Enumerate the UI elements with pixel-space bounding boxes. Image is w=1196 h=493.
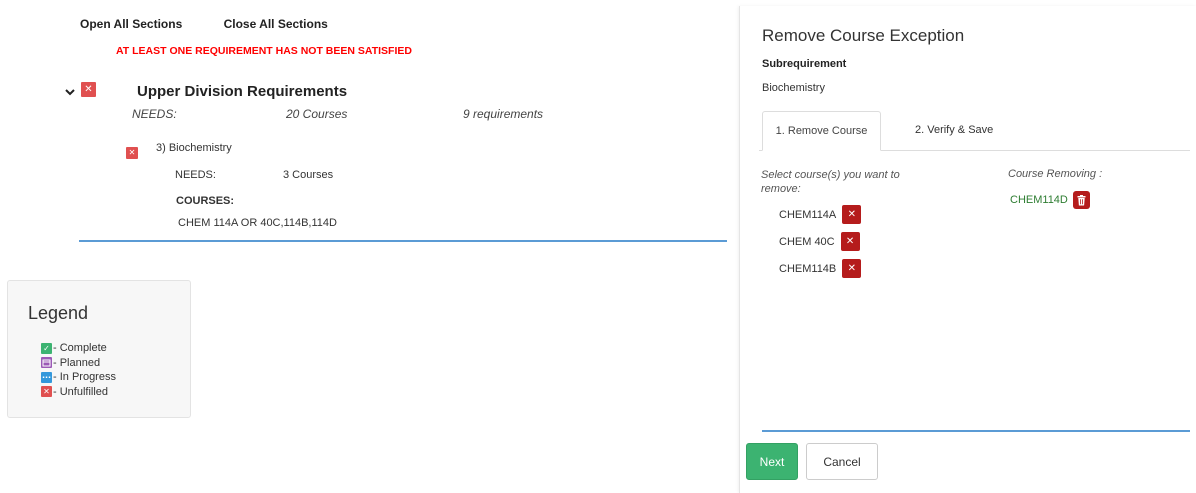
course-item: CHEM 40C ✕ bbox=[779, 232, 860, 251]
remove-course-button[interactable]: ✕ bbox=[842, 259, 862, 278]
calendar-icon bbox=[41, 357, 52, 369]
requirement-title: Upper Division Requirements bbox=[137, 83, 348, 100]
section-links: Open All Sections Close All Sections bbox=[80, 17, 328, 31]
next-button[interactable]: Next bbox=[746, 443, 798, 480]
legend-item-unfulfilled: ✕ - Unfulfilled bbox=[41, 385, 116, 400]
legend-box: Legend ✓ - Complete - Planned ··· - In P… bbox=[7, 280, 191, 418]
legend-label: - In Progress bbox=[53, 371, 116, 384]
course-item: CHEM114B ✕ bbox=[779, 259, 862, 278]
unsatisfied-warning: AT LEAST ONE REQUIREMENT HAS NOT BEEN SA… bbox=[116, 45, 412, 57]
course-code: CHEM114A bbox=[779, 208, 837, 221]
tab-verify-save[interactable]: 2. Verify & Save bbox=[915, 124, 993, 136]
panel-title: Remove Course Exception bbox=[762, 26, 965, 45]
remove-course-button[interactable]: ✕ bbox=[840, 232, 860, 251]
subrequirement-title: 3) Biochemistry bbox=[156, 142, 232, 154]
divider bbox=[762, 430, 1190, 432]
select-courses-label: Select course(s) you want to remove: bbox=[761, 169, 900, 195]
x-icon: ✕ bbox=[41, 386, 52, 398]
legend-item-planned: - Planned bbox=[41, 356, 116, 371]
remove-course-exception-panel: Remove Course Exception Subrequirement B… bbox=[739, 6, 1196, 493]
legend-title: Legend bbox=[28, 303, 89, 323]
course-removing-label: Course Removing : bbox=[1008, 168, 1103, 180]
legend-label: - Complete bbox=[53, 342, 107, 355]
legend-item-in-progress: ··· - In Progress bbox=[41, 370, 116, 385]
subrequirement-needs-label: NEEDS: bbox=[175, 169, 216, 181]
courses-list: CHEM 114A OR 40C,114B,114D bbox=[178, 217, 337, 229]
courses-label: COURSES: bbox=[176, 195, 235, 207]
tab-remove-course[interactable]: 1. Remove Course bbox=[762, 111, 881, 151]
requirement-needs-courses: 20 Courses bbox=[286, 107, 348, 121]
unfulfilled-icon: ✕ bbox=[81, 82, 96, 97]
subrequirement-value: Biochemistry bbox=[762, 82, 825, 94]
requirement-needs-requirements: 9 requirements bbox=[463, 107, 544, 121]
trash-icon[interactable] bbox=[1072, 191, 1090, 209]
close-all-sections-link[interactable]: Close All Sections bbox=[224, 17, 328, 31]
course-item: CHEM114A ✕ bbox=[779, 205, 862, 224]
remove-course-button[interactable]: ✕ bbox=[842, 205, 862, 224]
chevron-down-icon[interactable] bbox=[64, 86, 76, 98]
open-all-sections-link[interactable]: Open All Sections bbox=[80, 17, 182, 31]
course-code: CHEM114B bbox=[779, 262, 837, 275]
legend-label: - Planned bbox=[53, 356, 101, 369]
subrequirement-needs-courses: 3 Courses bbox=[283, 169, 334, 181]
course-removing-item: CHEM114D bbox=[1010, 191, 1090, 209]
check-icon: ✓ bbox=[41, 342, 52, 354]
legend-item-complete: ✓ - Complete bbox=[41, 341, 116, 356]
requirement-needs-label: NEEDS: bbox=[132, 107, 177, 121]
unfulfilled-icon: ✕ bbox=[126, 147, 138, 159]
cancel-button[interactable]: Cancel bbox=[806, 443, 878, 480]
ellipsis-icon: ··· bbox=[41, 371, 52, 383]
legend-list: ✓ - Complete - Planned ··· - In Progress… bbox=[41, 341, 116, 399]
course-code: CHEM 40C bbox=[779, 235, 835, 248]
subrequirement-label: Subrequirement bbox=[762, 58, 847, 70]
legend-label: - Unfulfilled bbox=[53, 385, 109, 398]
divider bbox=[79, 240, 727, 242]
course-removing-code: CHEM114D bbox=[1010, 194, 1068, 206]
